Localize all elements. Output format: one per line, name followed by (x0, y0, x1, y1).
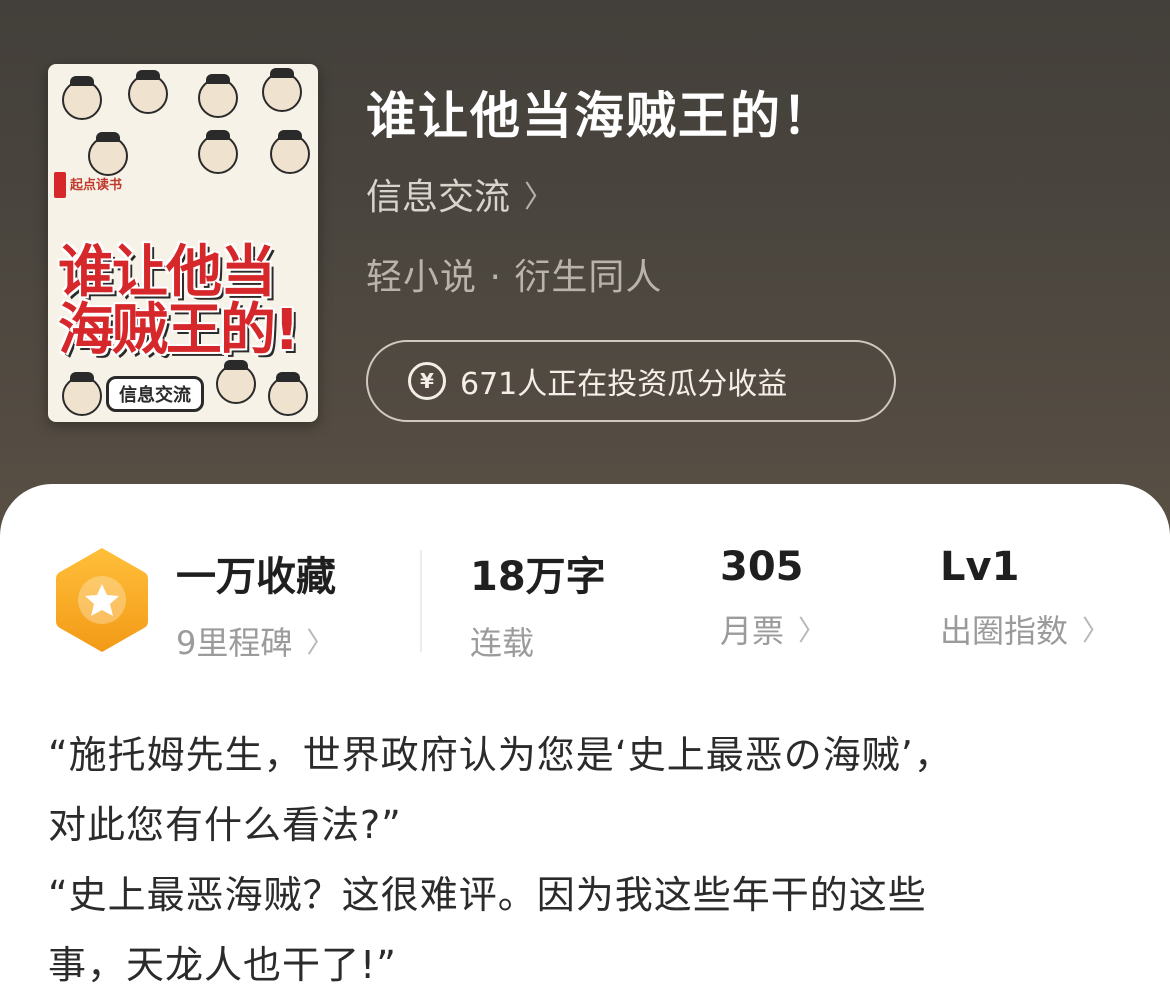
cover-title-line1: 谁让他当 (58, 240, 276, 305)
stat-monthly-tickets-label: 月票 (720, 612, 785, 650)
book-cover[interactable]: 起点读书 谁让他当 海贼王的! 信息交流 (48, 64, 318, 422)
chevron-right-icon: 〉 (306, 626, 335, 659)
invest-button[interactable]: ¥ 671人正在投资瓜分收益 (366, 340, 896, 422)
yen-icon: ¥ (408, 362, 446, 400)
stat-word-count-label: 连载 (470, 624, 535, 662)
stat-word-count: 18万字 连载 (470, 544, 606, 664)
author-name: 信息交流 (366, 177, 511, 218)
stat-popularity-index[interactable]: Lv1 出圈指数 〉 (940, 544, 1110, 652)
chevron-right-icon: 〉 (798, 614, 827, 647)
stat-monthly-tickets-value: 305 (720, 544, 804, 590)
author-link[interactable]: 信息交流 〉 (366, 168, 554, 220)
stats-bar: 一万收藏 9里程碑 〉 18万字 连载 305 月票 〉 Lv1 出圈指数 〉 (0, 544, 1170, 662)
stats-divider (420, 550, 422, 652)
description-line: 事，天龙人也干了!” (48, 943, 397, 987)
book-title: 谁让他当海贼王的！ (366, 87, 834, 145)
stat-collections[interactable]: 一万收藏 9里程碑 〉 (176, 544, 336, 664)
stat-popularity-index-label: 出圈指数 (940, 612, 1069, 650)
book-genre: 轻小说 · 衍生同人 (366, 257, 663, 298)
chevron-right-icon: 〉 (524, 180, 555, 215)
description-line: “施托姆先生，世界政府认为您是‘史上最恶の海贼’， (48, 733, 953, 777)
invest-label: 671人正在投资瓜分收益 (460, 367, 788, 402)
stat-collections-value: 一万收藏 (176, 554, 336, 600)
cover-author-badge: 信息交流 (106, 376, 204, 412)
book-info-card: 一万收藏 9里程碑 〉 18万字 连载 305 月票 〉 Lv1 出圈指数 〉 (0, 484, 1170, 1006)
book-header: 起点读书 谁让他当 海贼王的! 信息交流 谁让他当海贼王的！ 信息交流 〉 轻小… (0, 0, 1170, 560)
description-line: “史上最恶海贼？这很难评。因为我这些年干的这些 (48, 873, 927, 917)
stat-popularity-index-value: Lv1 (940, 544, 1020, 590)
description-line: 对此您有什么看法?” (48, 803, 402, 847)
book-description[interactable]: “施托姆先生，世界政府认为您是‘史上最恶の海贼’， 对此您有什么看法?” “史上… (48, 720, 1128, 1000)
brand-badge (54, 172, 66, 198)
stat-word-count-value: 18万字 (470, 554, 606, 600)
cover-brand: 起点读书 (70, 178, 123, 193)
cover-title-line2: 海贼王的! (58, 298, 300, 363)
stat-monthly-tickets[interactable]: 305 月票 〉 (720, 544, 826, 652)
stat-collections-label: 9里程碑 (176, 624, 293, 662)
chevron-right-icon: 〉 (1082, 614, 1111, 647)
